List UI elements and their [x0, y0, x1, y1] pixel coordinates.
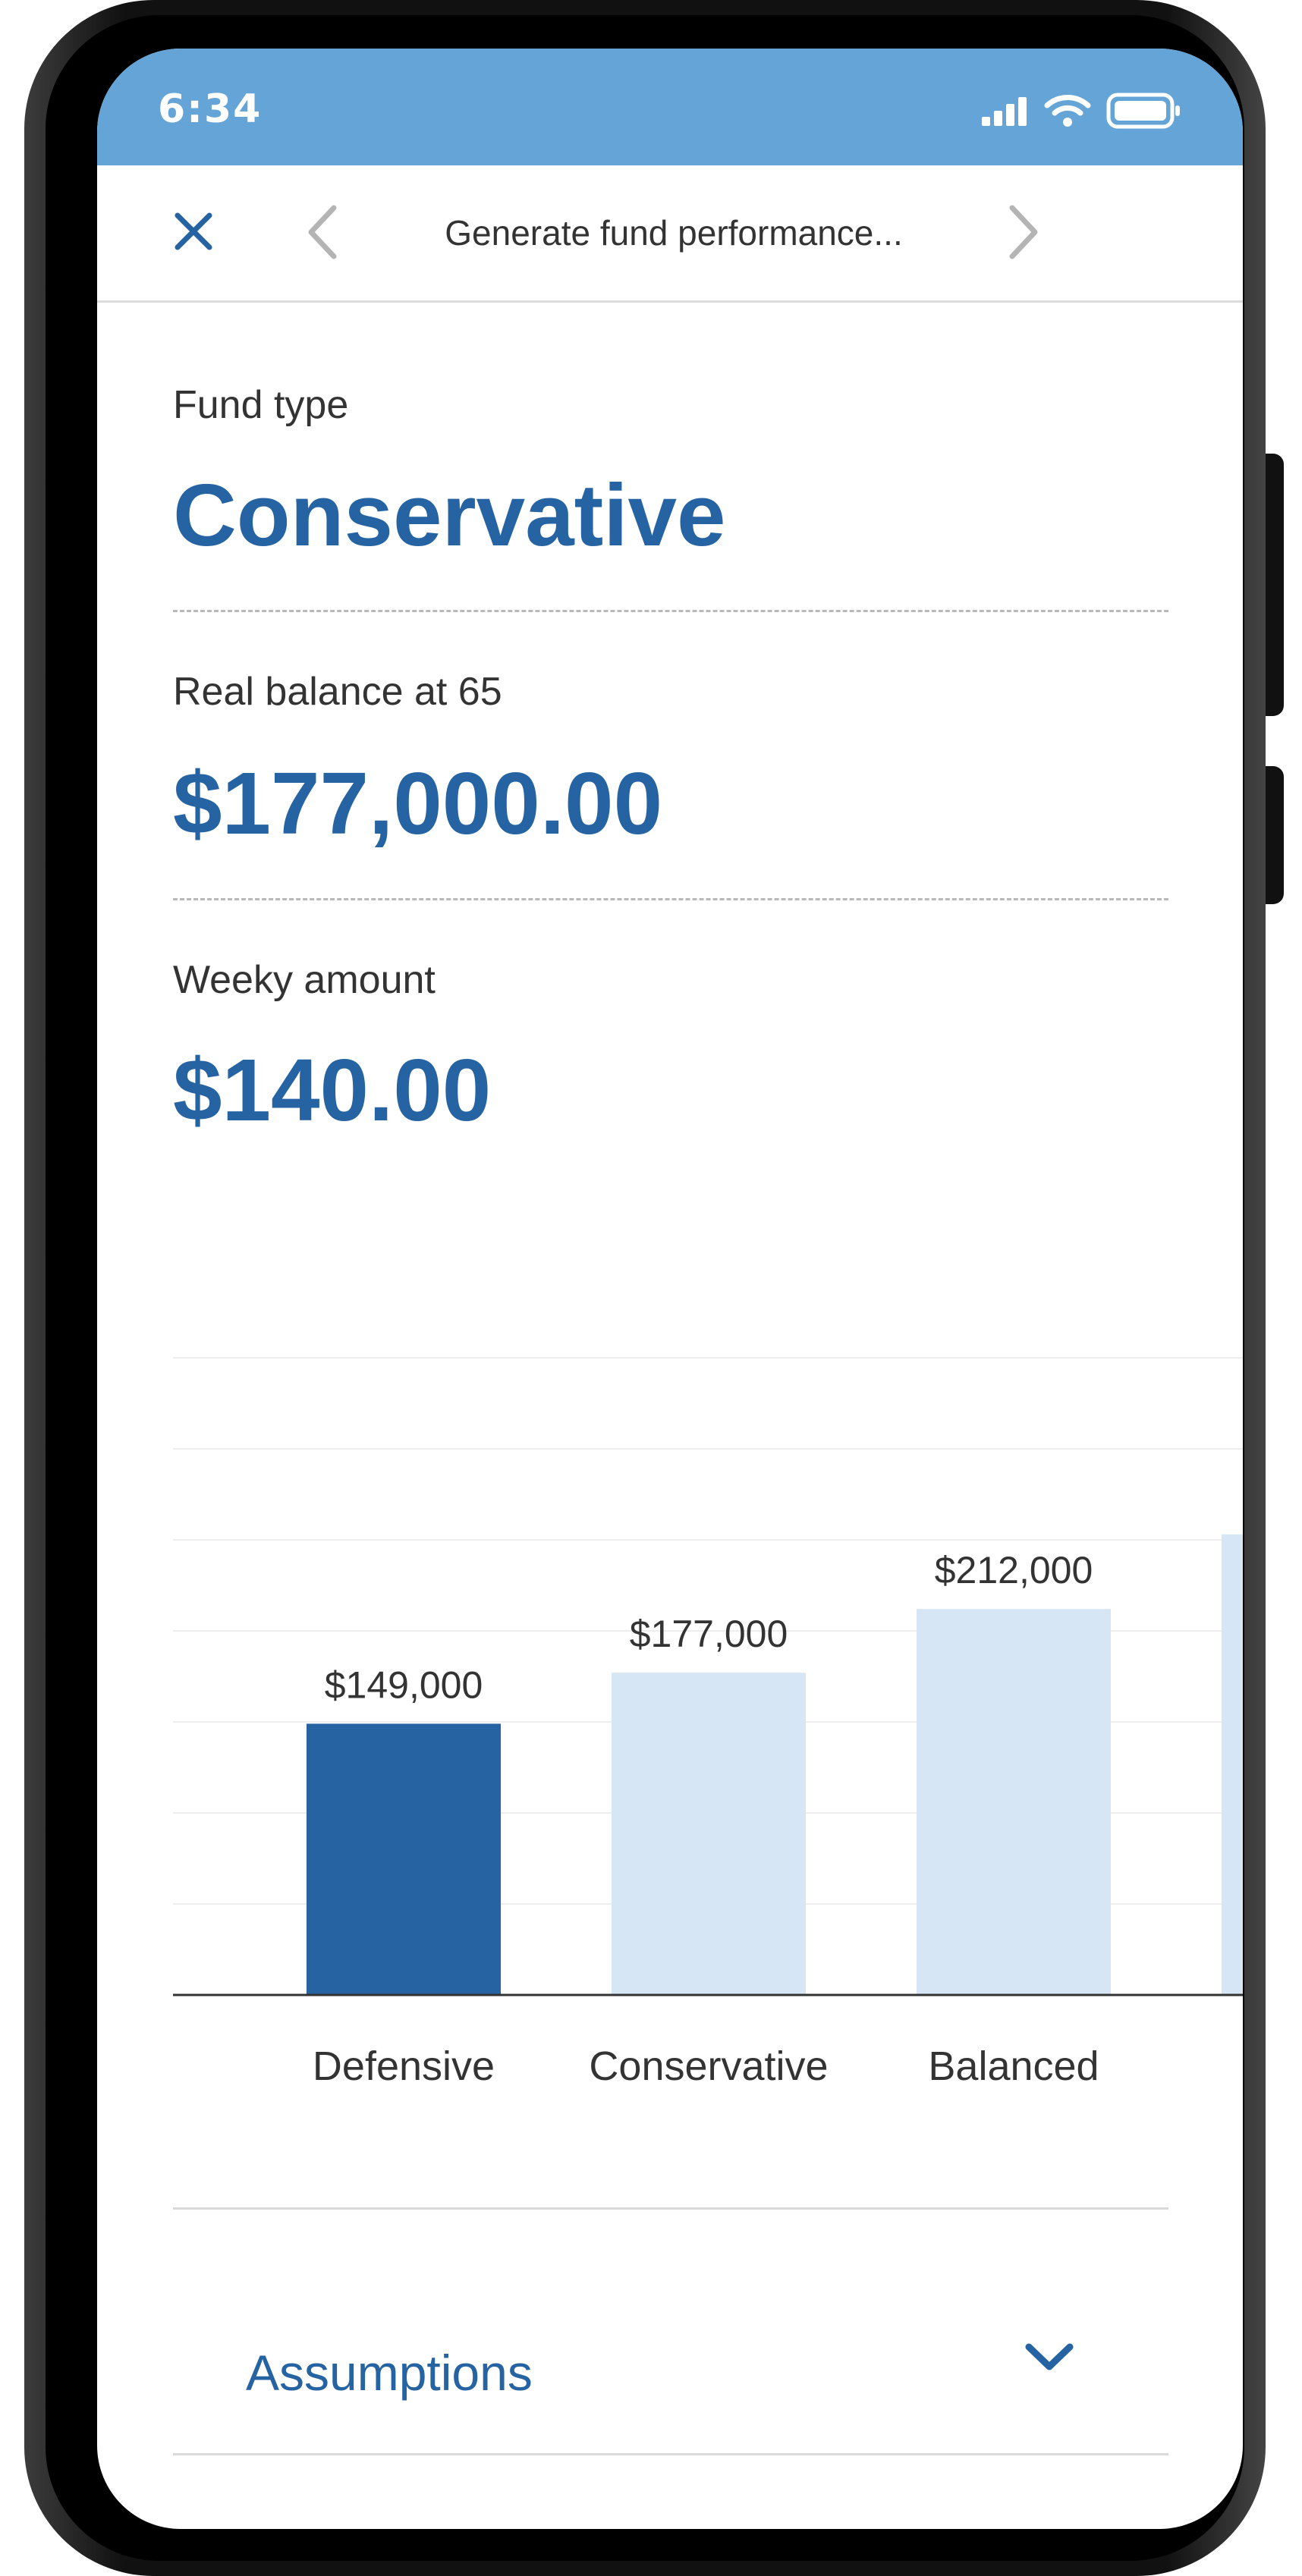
- weekly-amount-value: $140.00: [173, 1041, 492, 1139]
- chart-category-label: Conservative: [589, 2044, 828, 2089]
- divider: [173, 610, 1168, 612]
- phone-side-button: [1266, 454, 1284, 716]
- balance-value: $177,000.00: [173, 754, 663, 853]
- chart-bar: [307, 1723, 501, 1995]
- status-time: 6:34: [158, 86, 263, 132]
- weekly-amount-label: Weeky amount: [173, 958, 436, 1002]
- fund-type-value: Conservative: [173, 466, 726, 564]
- chart-bar: [917, 1609, 1111, 1995]
- chart-category-label: Defensive: [313, 2044, 495, 2089]
- phone-frame: 6:34 Generate fund performance... Fund t…: [24, 0, 1284, 2576]
- nav-title: Generate fund performance...: [445, 213, 903, 253]
- cellular-signal-icon: [982, 97, 1027, 126]
- status-icons: [980, 91, 1182, 130]
- chevron-left-icon[interactable]: [300, 202, 346, 262]
- balance-label: Real balance at 65: [173, 670, 502, 714]
- assumptions-accordion-title[interactable]: Assumptions: [246, 2344, 533, 2402]
- chart-bar: [1222, 1534, 1243, 1995]
- chevron-down-icon[interactable]: [1008, 2317, 1091, 2400]
- close-icon[interactable]: [167, 205, 220, 258]
- chart-value-label: $149,000: [325, 1663, 483, 1706]
- app-screen: 6:34 Generate fund performance... Fund t…: [97, 49, 1243, 2529]
- fund-type-label: Fund type: [173, 383, 349, 427]
- divider: [173, 898, 1168, 900]
- battery-icon: [1106, 93, 1180, 129]
- chevron-right-icon[interactable]: [1000, 202, 1046, 262]
- accordion-top-border: [173, 2207, 1168, 2210]
- chart-category-label: Balanced: [928, 2044, 1099, 2089]
- phone-side-button: [1266, 766, 1284, 904]
- chart-value-label: $177,000: [630, 1613, 788, 1655]
- navigation-header: Generate fund performance...: [97, 165, 1243, 303]
- wifi-icon: [1044, 95, 1091, 127]
- chart-bar: [612, 1673, 806, 1995]
- chart-value-label: $212,000: [935, 1549, 1093, 1591]
- status-bar: 6:34: [97, 49, 1243, 165]
- fund-comparison-bar-chart: $149,000 Defensive $177,000 Conservative $21…: [173, 1357, 1243, 2089]
- accordion-bottom-border: [173, 2453, 1168, 2455]
